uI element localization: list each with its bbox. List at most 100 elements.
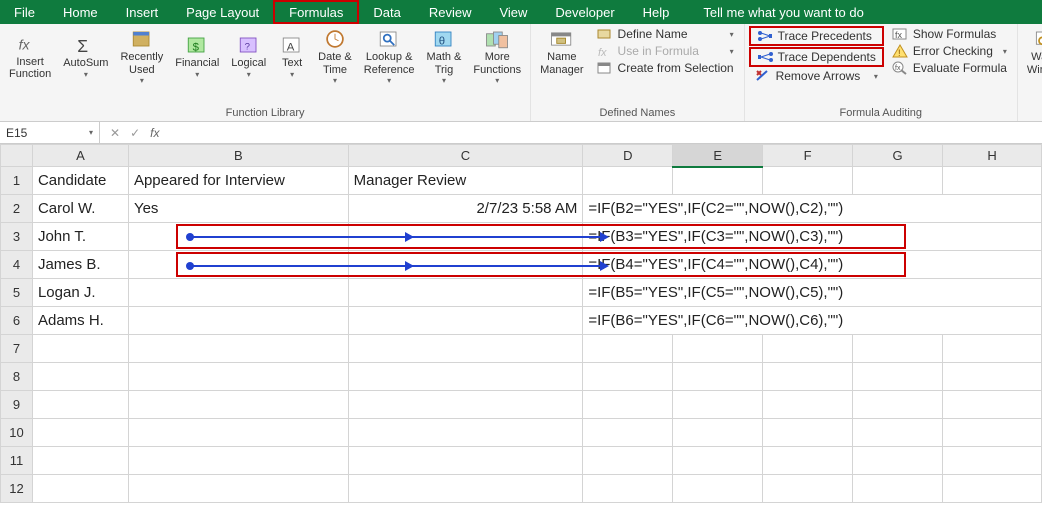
cell[interactable]: =IF(B3="YES",IF(C3="",NOW(),C3),"") [583,223,1042,251]
tab-home[interactable]: Home [49,0,112,24]
cell[interactable] [763,447,853,475]
cell[interactable] [853,391,943,419]
cell[interactable] [348,475,583,503]
row-header[interactable]: 5 [1,279,33,307]
row-header[interactable]: 9 [1,391,33,419]
col-header-F[interactable]: F [763,145,853,167]
cell[interactable] [348,307,583,335]
cell[interactable]: 2/7/23 5:58 AM [348,195,583,223]
text-button[interactable]: A Text▾ [273,26,311,86]
create-from-selection-button[interactable]: Create from Selection [591,60,740,76]
cell[interactable] [853,475,943,503]
cell[interactable] [673,419,763,447]
col-header-G[interactable]: G [853,145,943,167]
tell-me[interactable]: Tell me what you want to do [683,0,877,24]
cell[interactable] [348,447,583,475]
tab-review[interactable]: Review [415,0,486,24]
cell[interactable] [763,335,853,363]
tab-insert[interactable]: Insert [112,0,173,24]
show-formulas-button[interactable]: fx Show Formulas [886,26,1013,42]
cell[interactable] [943,447,1042,475]
row-header[interactable]: 4 [1,251,33,279]
cell[interactable] [32,447,128,475]
cell[interactable] [348,223,583,251]
cell[interactable] [128,363,348,391]
more-functions-button[interactable]: More Functions▾ [468,26,526,86]
cell[interactable] [943,475,1042,503]
cell[interactable] [763,419,853,447]
lookup-button[interactable]: Lookup & Reference▾ [359,26,420,86]
cell[interactable] [348,335,583,363]
cell[interactable] [128,335,348,363]
cell[interactable] [128,307,348,335]
cell[interactable] [32,419,128,447]
cell[interactable] [673,167,763,195]
cell[interactable] [583,167,673,195]
cell[interactable] [853,419,943,447]
cell[interactable]: Manager Review [348,167,583,195]
worksheet-grid[interactable]: A B C D E F G H 1 Candidate Appeared for… [0,144,1042,503]
tab-data[interactable]: Data [359,0,414,24]
define-name-button[interactable]: Define Name▾ [591,26,740,42]
cell[interactable] [943,419,1042,447]
cell[interactable] [348,419,583,447]
cell[interactable] [853,335,943,363]
row-header[interactable]: 3 [1,223,33,251]
tab-developer[interactable]: Developer [541,0,628,24]
row-header[interactable]: 10 [1,419,33,447]
col-header-E[interactable]: E [673,145,763,167]
logical-button[interactable]: ? Logical▾ [226,26,271,86]
cell[interactable] [348,363,583,391]
cell[interactable] [128,223,348,251]
autosum-button[interactable]: Σ AutoSum▾ [58,26,113,86]
error-checking-button[interactable]: ! Error Checking▾ [886,43,1013,59]
cell[interactable]: John T. [32,223,128,251]
cell[interactable] [128,419,348,447]
cell[interactable] [943,167,1042,195]
cell[interactable] [673,391,763,419]
col-header-A[interactable]: A [32,145,128,167]
row-header[interactable]: 12 [1,475,33,503]
col-header-C[interactable]: C [348,145,583,167]
cell[interactable] [32,363,128,391]
tab-formulas[interactable]: Formulas [273,0,359,24]
cell[interactable] [32,475,128,503]
cell[interactable] [583,335,673,363]
cell[interactable] [128,391,348,419]
cell[interactable] [583,363,673,391]
cell[interactable] [853,363,943,391]
cell[interactable] [32,391,128,419]
evaluate-formula-button[interactable]: fx Evaluate Formula [886,60,1013,76]
cell[interactable] [673,475,763,503]
cell[interactable]: =IF(B4="YES",IF(C4="",NOW(),C4),"") [583,251,1042,279]
row-header[interactable]: 2 [1,195,33,223]
cell[interactable] [128,475,348,503]
cell[interactable] [943,391,1042,419]
cell[interactable] [853,167,943,195]
cell[interactable] [673,363,763,391]
col-header-H[interactable]: H [943,145,1042,167]
select-all-corner[interactable] [1,145,33,167]
tab-help[interactable]: Help [629,0,684,24]
cell[interactable]: Candidate [32,167,128,195]
trace-dependents-button[interactable]: Trace Dependents [749,47,884,67]
cell[interactable] [583,447,673,475]
row-header[interactable]: 11 [1,447,33,475]
tab-pagelayout[interactable]: Page Layout [172,0,273,24]
row-header[interactable]: 1 [1,167,33,195]
fx-icon[interactable]: fx [150,126,159,140]
row-header[interactable]: 7 [1,335,33,363]
cell[interactable] [763,363,853,391]
cell[interactable] [763,167,853,195]
col-header-B[interactable]: B [128,145,348,167]
cell[interactable]: Appeared for Interview [128,167,348,195]
col-header-D[interactable]: D [583,145,673,167]
cell[interactable]: Carol W. [32,195,128,223]
cell[interactable]: =IF(B5="YES",IF(C5="",NOW(),C5),"") [583,279,1042,307]
cell[interactable] [128,251,348,279]
cell[interactable]: Yes [128,195,348,223]
remove-arrows-button[interactable]: Remove Arrows▾ [749,68,884,84]
cell[interactable] [763,391,853,419]
cell[interactable] [673,335,763,363]
cell[interactable]: James B. [32,251,128,279]
